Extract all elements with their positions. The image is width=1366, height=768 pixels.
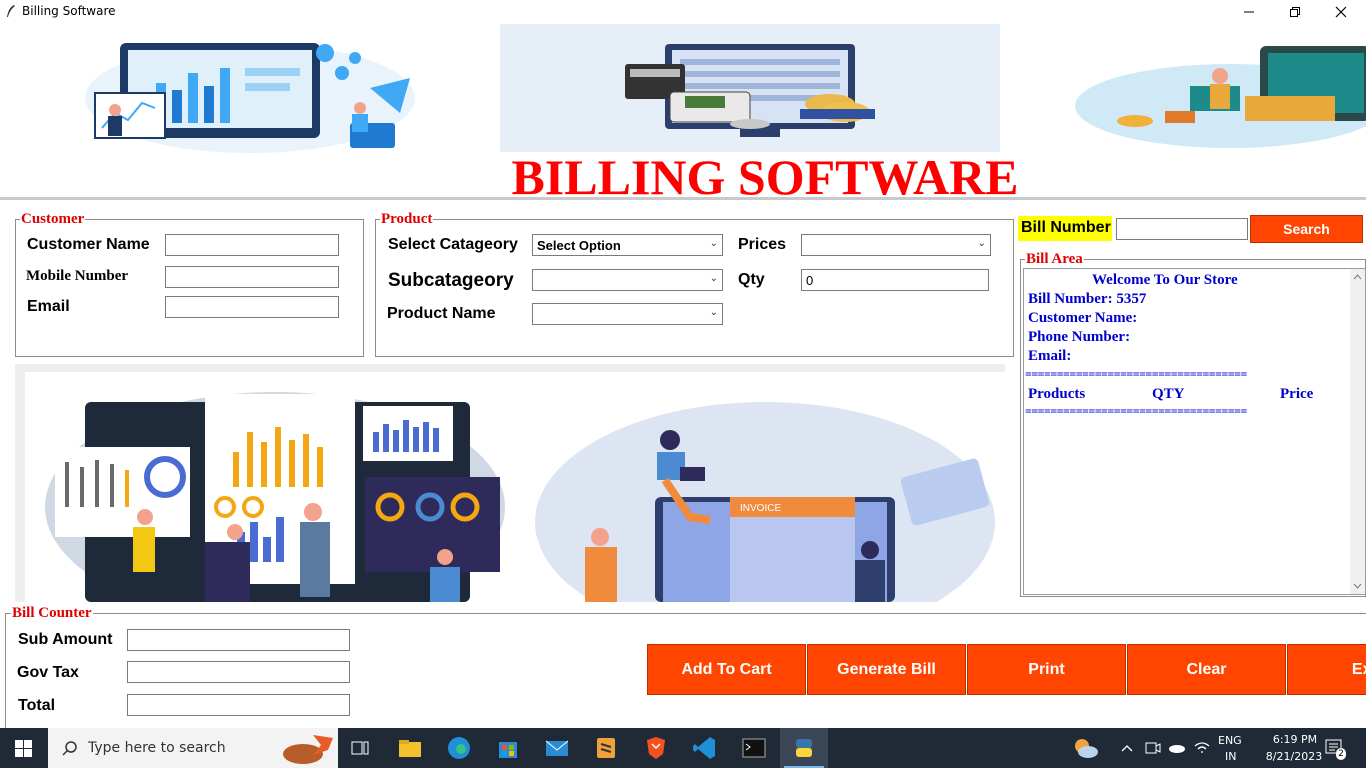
vscode-icon[interactable] [691, 734, 719, 762]
chevron-down-icon: ⌄ [709, 238, 718, 249]
customer-name-label: Customer Name [27, 236, 150, 253]
prices-select[interactable]: ⌄ [801, 234, 991, 256]
weather-icon[interactable] [1070, 736, 1100, 760]
onedrive-icon[interactable] [1168, 740, 1186, 756]
search-highlight-icon [283, 735, 333, 764]
file-explorer-icon[interactable] [396, 734, 424, 762]
bill-area-legend: Bill Area [1025, 251, 1084, 267]
bill-col-products: Products [1028, 386, 1086, 402]
email-input[interactable] [165, 296, 339, 318]
banner: BILLING SOFTWARE [0, 23, 1366, 203]
windows-taskbar: Type here to search ENG IN 6:19 PM 8/21/… [0, 728, 1366, 768]
scroll-down-icon[interactable] [1350, 580, 1365, 592]
finance-illustration-right [1075, 46, 1366, 148]
minimize-icon [1244, 11, 1254, 13]
terminal-icon[interactable] [740, 734, 768, 762]
restore-icon [1290, 7, 1300, 17]
bill-welcome-text: Welcome To Our Store [1092, 272, 1238, 288]
total-input[interactable] [127, 694, 350, 716]
exit-button-clip: Exit [1287, 644, 1366, 695]
chevron-down-icon: ⌄ [977, 238, 986, 249]
illustration-top-strip [15, 364, 1005, 372]
category-select-value: Select Option [537, 238, 621, 253]
minimize-button[interactable] [1226, 0, 1272, 23]
search-button[interactable]: Search [1250, 215, 1363, 243]
add-to-cart-button[interactable]: Add To Cart [647, 644, 806, 695]
product-name-select[interactable]: ⌄ [532, 303, 723, 325]
python-icon [796, 739, 812, 757]
gov-tax-label: Gov Tax [17, 664, 79, 681]
taskbar-search-placeholder: Type here to search [88, 740, 226, 756]
windows-start-icon[interactable] [15, 740, 32, 757]
clock-time[interactable]: 6:19 PM [1260, 733, 1330, 746]
sub-amount-label: Sub Amount [18, 631, 113, 648]
sublime-icon[interactable] [592, 734, 620, 762]
window-title: Billing Software [22, 4, 116, 18]
bill-customer-name-text: Customer Name: [1028, 310, 1138, 326]
prices-label: Prices [738, 236, 787, 253]
edge-icon[interactable] [445, 734, 473, 762]
bill-number-text: Bill Number: 5357 [1028, 291, 1147, 307]
subcategory-select[interactable]: ⌄ [532, 269, 723, 291]
taskbar-search-box[interactable]: Type here to search [48, 728, 338, 768]
bill-email-text: Email: [1028, 348, 1072, 364]
app-heading: BILLING SOFTWARE [511, 149, 1019, 205]
store-icon[interactable] [494, 734, 522, 762]
mail-icon[interactable] [543, 734, 571, 762]
illustration-left-strip [15, 364, 25, 602]
task-view-icon[interactable] [346, 734, 374, 762]
wifi-icon[interactable] [1193, 740, 1211, 756]
chevron-down-icon: ⌄ [709, 307, 718, 318]
sub-amount-input[interactable] [127, 629, 350, 651]
restore-button[interactable] [1272, 0, 1318, 23]
customer-legend: Customer [20, 211, 86, 227]
category-label: Select Catageory [388, 236, 518, 253]
qty-input[interactable] [801, 269, 989, 291]
pos-terminal-illustration [625, 44, 875, 137]
mobile-number-input[interactable] [165, 266, 339, 288]
language-indicator[interactable]: ENG [1218, 734, 1242, 747]
bill-separator-bottom: =================================== [1025, 404, 1247, 418]
clear-button[interactable]: Clear [1127, 644, 1286, 695]
category-select[interactable]: Select Option ⌄ [532, 234, 723, 256]
bill-number-label: Bill Number [1018, 216, 1112, 241]
brave-icon[interactable] [642, 734, 670, 762]
chevron-up-icon[interactable] [1120, 742, 1134, 754]
bill-phone-number-text: Phone Number: [1028, 329, 1131, 345]
gov-tax-input[interactable] [127, 661, 350, 683]
scroll-up-icon[interactable] [1350, 271, 1365, 283]
bill-scrollbar[interactable] [1350, 269, 1365, 594]
region-indicator[interactable]: IN [1225, 750, 1236, 763]
exit-button[interactable]: Exit [1287, 644, 1366, 695]
total-label: Total [18, 697, 56, 714]
chevron-down-icon: ⌄ [709, 273, 718, 284]
search-icon [62, 741, 77, 756]
taskbar-active-python[interactable] [780, 728, 828, 768]
bill-counter-legend: Bill Counter [11, 605, 93, 621]
customer-name-input[interactable] [165, 234, 339, 256]
product-name-label: Product Name [387, 305, 496, 322]
analytics-illustration-left [85, 43, 415, 153]
invoice-text: INVOICE [740, 503, 781, 514]
email-label: Email [27, 298, 70, 315]
qty-label: Qty [738, 271, 765, 288]
product-legend: Product [380, 211, 434, 227]
close-icon [1335, 6, 1347, 18]
dashboard-illustration: INVOICE [45, 392, 995, 602]
bill-number-input[interactable] [1116, 218, 1248, 240]
window-titlebar: Billing Software [0, 0, 1366, 23]
print-button[interactable]: Print [967, 644, 1126, 695]
bill-separator-top: =================================== [1025, 367, 1247, 381]
generate-bill-button[interactable]: Generate Bill [807, 644, 966, 695]
bill-col-price: Price [1280, 386, 1314, 402]
mobile-number-label: Mobile Number [26, 268, 129, 284]
notification-count-badge: 2 [1336, 748, 1346, 760]
bill-col-qty: QTY [1152, 386, 1185, 402]
feather-app-icon [7, 5, 15, 17]
meet-now-icon[interactable] [1144, 740, 1162, 756]
subcategory-label: Subcatageory [388, 270, 514, 291]
pos-terminal-image [500, 24, 1000, 152]
banner-divider [0, 197, 1366, 200]
close-button[interactable] [1318, 0, 1364, 23]
